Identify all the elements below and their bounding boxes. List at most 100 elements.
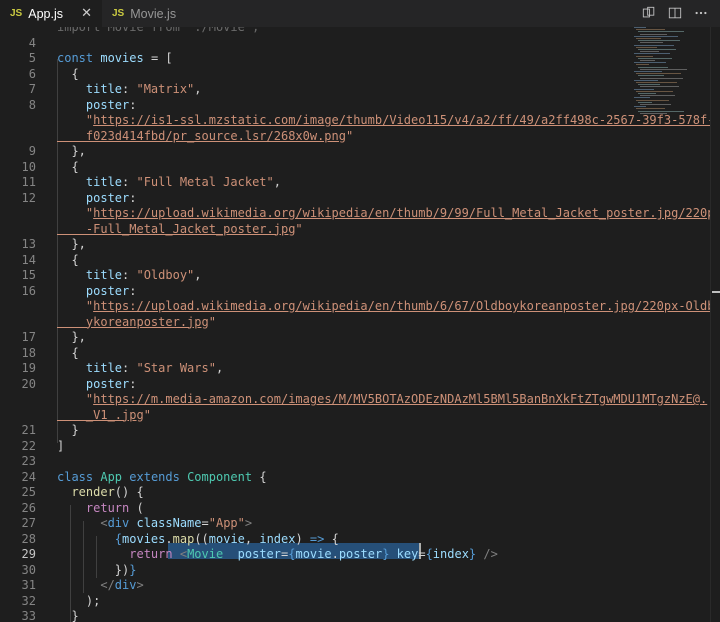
code-text: "https://is1-ssl.mzstatic.com/image/thum… bbox=[57, 112, 720, 128]
code-token: f023d414fbd/pr_source.lsr/268x0w.png bbox=[57, 128, 346, 143]
code-token: import Movie from './Movie'; bbox=[57, 27, 260, 34]
code-token: < bbox=[57, 516, 108, 530]
minimap-line bbox=[636, 99, 669, 101]
code-line[interactable]: 28 {movies.map((movie, index) => { bbox=[0, 531, 640, 547]
line-number: 31 bbox=[21, 578, 36, 592]
code-text: const movies = [ bbox=[57, 50, 173, 66]
code-token: title bbox=[57, 268, 123, 282]
code-line[interactable]: 18 { bbox=[0, 345, 640, 361]
code-text: {movies.map((movie, index) => { bbox=[57, 531, 339, 547]
line-number: 13 bbox=[21, 237, 36, 251]
code-line[interactable]: 8 poster: bbox=[0, 97, 640, 113]
code-line[interactable]: "https://m.media-amazon.com/images/M/MV5… bbox=[0, 391, 707, 407]
minimap-line bbox=[640, 42, 663, 44]
code-line[interactable]: 5 const movies = [ bbox=[0, 50, 640, 66]
code-line[interactable]: 30 })} bbox=[0, 562, 640, 578]
code-line[interactable]: 23 bbox=[0, 453, 640, 469]
line-number: 20 bbox=[21, 376, 36, 391]
code-line[interactable]: 27 <div className="App"> bbox=[0, 515, 640, 531]
code-token: : bbox=[129, 97, 137, 112]
line-number: 26 bbox=[21, 500, 36, 515]
code-token: : bbox=[129, 283, 137, 298]
code-token: , bbox=[244, 531, 260, 546]
code-text: -Full_Metal_Jacket_poster.jpg" bbox=[57, 221, 303, 237]
code-editor[interactable]: import Movie from './Movie'; 4 5 const movi… bbox=[0, 27, 720, 622]
code-line[interactable]: 20 poster: bbox=[0, 376, 640, 392]
code-line[interactable]: 6 { bbox=[0, 66, 640, 82]
tab-movie-js[interactable]: JS Movie.js bbox=[102, 0, 192, 27]
compare-changes-icon[interactable] bbox=[640, 4, 658, 22]
code-text: "https://upload.wikimedia.org/wikipedia/… bbox=[57, 205, 720, 221]
code-line[interactable]: 16 poster: bbox=[0, 283, 640, 299]
code-line[interactable]: 31 </div> bbox=[0, 577, 640, 593]
code-line[interactable]: "https://upload.wikimedia.org/wikipedia/… bbox=[0, 298, 720, 314]
code-line[interactable]: 19 title: "Star Wars", bbox=[0, 360, 640, 376]
minimap-line bbox=[636, 108, 665, 110]
minimap-line bbox=[636, 55, 653, 57]
code-text: class App extends Component { bbox=[57, 469, 267, 485]
code-text: title: "Star Wars", bbox=[57, 360, 223, 376]
code-line[interactable]: 17 }, bbox=[0, 329, 640, 345]
code-line[interactable]: 24 class App extends Component { bbox=[0, 469, 640, 485]
code-line[interactable]: 4 bbox=[0, 35, 640, 51]
minimap-line bbox=[636, 46, 657, 48]
code-line[interactable]: 11 title: "Full Metal Jacket", bbox=[0, 174, 640, 190]
minimap-line bbox=[636, 82, 677, 83]
code-token: { bbox=[252, 469, 267, 484]
code-token: " bbox=[208, 314, 216, 329]
line-number: 19 bbox=[21, 361, 36, 375]
split-editor-icon[interactable] bbox=[666, 4, 684, 22]
code-line[interactable]: 25 render() { bbox=[0, 484, 640, 500]
vertical-scrollbar[interactable] bbox=[710, 27, 720, 622]
code-line[interactable]: 21 } bbox=[0, 422, 640, 438]
code-line[interactable]: 7 title: "Matrix", bbox=[0, 81, 640, 97]
tab-app-js[interactable]: JS App.js ✕ bbox=[0, 0, 102, 27]
line-number: 29 bbox=[21, 547, 36, 561]
code-line[interactable]: 33 } bbox=[0, 608, 640, 622]
code-line[interactable]: ykoreanposter.jpg" bbox=[0, 314, 640, 330]
code-token: movies bbox=[122, 531, 166, 546]
code-token: map bbox=[172, 531, 195, 546]
code-line[interactable]: 13 }, bbox=[0, 236, 640, 252]
close-icon[interactable]: ✕ bbox=[81, 5, 92, 21]
code-token: "Matrix" bbox=[136, 82, 195, 96]
code-line[interactable]: 32 ); bbox=[0, 593, 640, 609]
code-line[interactable]: "https://upload.wikimedia.org/wikipedia/… bbox=[0, 205, 720, 221]
code-token: poster bbox=[338, 547, 383, 561]
code-line[interactable]: 22] bbox=[0, 438, 640, 454]
code-token: https://upload.wikimedia.org/wikipedia/e… bbox=[93, 299, 720, 313]
code-token: " bbox=[143, 407, 151, 422]
code-line[interactable]: f023d414fbd/pr_source.lsr/268x0w.png" bbox=[0, 128, 640, 144]
line-number: 24 bbox=[21, 469, 36, 484]
code-token: : bbox=[122, 268, 137, 282]
minimap-line bbox=[638, 57, 672, 59]
code-token: movies bbox=[100, 51, 144, 65]
minimap-line bbox=[640, 60, 655, 61]
code-line[interactable]: 14 { bbox=[0, 252, 640, 268]
code-line[interactable]: 26 return ( bbox=[0, 500, 640, 516]
code-token: ) bbox=[295, 531, 310, 546]
code-line[interactable]: 10 { bbox=[0, 159, 640, 175]
code-line[interactable]: _V1_.jpg" bbox=[0, 407, 640, 423]
code-token: => bbox=[309, 531, 325, 546]
minimap-line bbox=[638, 40, 680, 42]
code-line[interactable]: 9 }, bbox=[0, 143, 640, 159]
code-line[interactable]: 15 title: "Oldboy", bbox=[0, 267, 640, 283]
minimap[interactable] bbox=[632, 27, 710, 117]
code-token: (( bbox=[194, 531, 209, 546]
code-token: { bbox=[57, 531, 123, 546]
js-file-icon: JS bbox=[10, 8, 23, 19]
code-text: _V1_.jpg" bbox=[57, 407, 151, 423]
code-token: extends bbox=[129, 469, 188, 484]
code-line[interactable]: 12 poster: bbox=[0, 190, 640, 206]
code-token: : bbox=[129, 190, 137, 205]
line-number: 21 bbox=[21, 423, 36, 437]
code-line[interactable]: -Full_Metal_Jacket_poster.jpg" bbox=[0, 221, 640, 237]
line-number: 8 bbox=[28, 97, 36, 112]
more-actions-icon[interactable] bbox=[692, 4, 710, 22]
line-number: 12 bbox=[21, 190, 36, 205]
code-line[interactable]: 29 return <Movie poster={movie.poster} k… bbox=[0, 546, 640, 562]
minimap-line bbox=[634, 35, 678, 37]
code-line[interactable]: "https://is1-ssl.mzstatic.com/image/thum… bbox=[0, 112, 720, 128]
minimap-line bbox=[640, 68, 687, 70]
